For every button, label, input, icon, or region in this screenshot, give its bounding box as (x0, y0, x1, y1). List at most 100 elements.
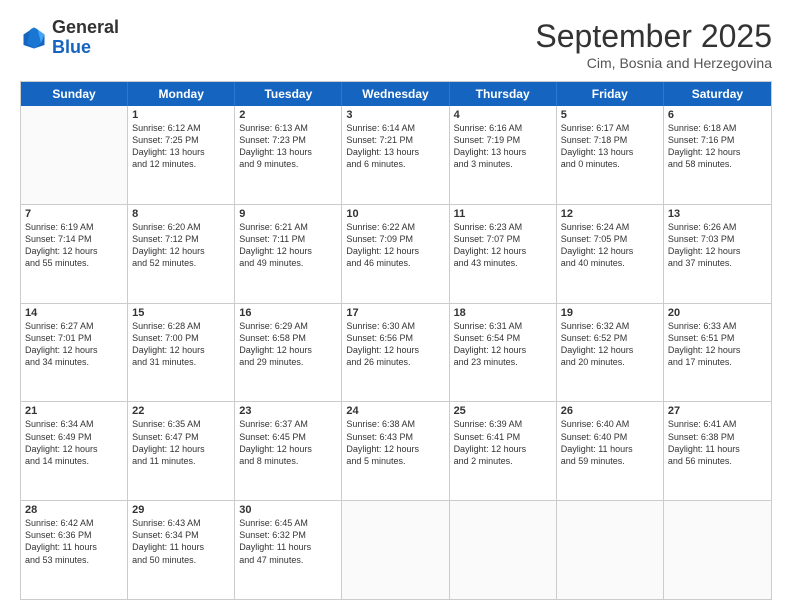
logo-icon (20, 24, 48, 52)
cell-line: Sunset: 7:05 PM (561, 233, 659, 245)
calendar-cell (21, 106, 128, 204)
day-number: 21 (25, 405, 123, 417)
cell-line: Sunset: 6:41 PM (454, 431, 552, 443)
cell-line: Sunset: 6:56 PM (346, 332, 444, 344)
cell-line: Sunrise: 6:24 AM (561, 221, 659, 233)
cell-line: and 52 minutes. (132, 257, 230, 269)
day-number: 10 (346, 208, 444, 220)
calendar-cell: 11Sunrise: 6:23 AMSunset: 7:07 PMDayligh… (450, 205, 557, 303)
cell-line: and 50 minutes. (132, 554, 230, 566)
cell-line: Sunset: 6:54 PM (454, 332, 552, 344)
cell-line: Daylight: 12 hours (25, 245, 123, 257)
cell-line: and 46 minutes. (346, 257, 444, 269)
day-number: 8 (132, 208, 230, 220)
cell-line: and 2 minutes. (454, 455, 552, 467)
cell-line: and 34 minutes. (25, 356, 123, 368)
cell-line: Sunrise: 6:40 AM (561, 418, 659, 430)
day-number: 2 (239, 109, 337, 121)
cell-line: Sunrise: 6:22 AM (346, 221, 444, 233)
cell-line: Sunrise: 6:38 AM (346, 418, 444, 430)
calendar-header: SundayMondayTuesdayWednesdayThursdayFrid… (21, 82, 771, 106)
day-number: 23 (239, 405, 337, 417)
calendar-body: 1Sunrise: 6:12 AMSunset: 7:25 PMDaylight… (21, 106, 771, 599)
title-block: September 2025 Cim, Bosnia and Herzegovi… (535, 18, 772, 71)
cell-line: and 5 minutes. (346, 455, 444, 467)
calendar-cell (450, 501, 557, 599)
cell-line: and 14 minutes. (25, 455, 123, 467)
cell-line: Daylight: 11 hours (132, 541, 230, 553)
cell-line: Sunset: 6:38 PM (668, 431, 767, 443)
calendar-cell: 26Sunrise: 6:40 AMSunset: 6:40 PMDayligh… (557, 402, 664, 500)
cell-line: Sunset: 7:19 PM (454, 134, 552, 146)
cell-line: Daylight: 12 hours (132, 245, 230, 257)
day-number: 28 (25, 504, 123, 516)
calendar-cell (664, 501, 771, 599)
cell-line: Sunset: 6:51 PM (668, 332, 767, 344)
cell-line: and 53 minutes. (25, 554, 123, 566)
calendar-cell: 14Sunrise: 6:27 AMSunset: 7:01 PMDayligh… (21, 304, 128, 402)
cell-line: Sunset: 6:58 PM (239, 332, 337, 344)
cell-line: Daylight: 12 hours (454, 443, 552, 455)
calendar-cell: 29Sunrise: 6:43 AMSunset: 6:34 PMDayligh… (128, 501, 235, 599)
cell-line: Daylight: 12 hours (132, 344, 230, 356)
cell-line: and 3 minutes. (454, 158, 552, 170)
cell-line: Daylight: 12 hours (239, 443, 337, 455)
cell-line: Sunset: 7:12 PM (132, 233, 230, 245)
cell-line: and 56 minutes. (668, 455, 767, 467)
cell-line: and 47 minutes. (239, 554, 337, 566)
cell-line: Sunset: 6:40 PM (561, 431, 659, 443)
cell-line: and 40 minutes. (561, 257, 659, 269)
cell-line: Sunrise: 6:28 AM (132, 320, 230, 332)
header-day-tuesday: Tuesday (235, 82, 342, 106)
cell-line: and 49 minutes. (239, 257, 337, 269)
cell-line: Sunset: 7:11 PM (239, 233, 337, 245)
cell-line: Sunset: 7:14 PM (25, 233, 123, 245)
cell-line: Sunset: 6:52 PM (561, 332, 659, 344)
cell-line: Sunrise: 6:45 AM (239, 517, 337, 529)
calendar-cell: 20Sunrise: 6:33 AMSunset: 6:51 PMDayligh… (664, 304, 771, 402)
day-number: 25 (454, 405, 552, 417)
cell-line: Sunset: 7:23 PM (239, 134, 337, 146)
cell-line: Sunset: 7:21 PM (346, 134, 444, 146)
calendar-cell: 30Sunrise: 6:45 AMSunset: 6:32 PMDayligh… (235, 501, 342, 599)
header: General Blue September 2025 Cim, Bosnia … (20, 18, 772, 71)
day-number: 3 (346, 109, 444, 121)
day-number: 13 (668, 208, 767, 220)
cell-line: and 55 minutes. (25, 257, 123, 269)
subtitle: Cim, Bosnia and Herzegovina (535, 55, 772, 71)
cell-line: Sunrise: 6:16 AM (454, 122, 552, 134)
calendar-row-0: 1Sunrise: 6:12 AMSunset: 7:25 PMDaylight… (21, 106, 771, 205)
day-number: 18 (454, 307, 552, 319)
cell-line: Sunrise: 6:29 AM (239, 320, 337, 332)
calendar-row-3: 21Sunrise: 6:34 AMSunset: 6:49 PMDayligh… (21, 402, 771, 501)
day-number: 29 (132, 504, 230, 516)
calendar-cell: 19Sunrise: 6:32 AMSunset: 6:52 PMDayligh… (557, 304, 664, 402)
day-number: 9 (239, 208, 337, 220)
calendar-cell: 23Sunrise: 6:37 AMSunset: 6:45 PMDayligh… (235, 402, 342, 500)
calendar-cell (342, 501, 449, 599)
header-day-wednesday: Wednesday (342, 82, 449, 106)
calendar-cell: 9Sunrise: 6:21 AMSunset: 7:11 PMDaylight… (235, 205, 342, 303)
cell-line: Sunrise: 6:43 AM (132, 517, 230, 529)
day-number: 6 (668, 109, 767, 121)
calendar-cell: 16Sunrise: 6:29 AMSunset: 6:58 PMDayligh… (235, 304, 342, 402)
cell-line: and 20 minutes. (561, 356, 659, 368)
calendar-cell: 7Sunrise: 6:19 AMSunset: 7:14 PMDaylight… (21, 205, 128, 303)
cell-line: Sunrise: 6:20 AM (132, 221, 230, 233)
day-number: 4 (454, 109, 552, 121)
cell-line: and 23 minutes. (454, 356, 552, 368)
logo: General Blue (20, 18, 119, 58)
month-title: September 2025 (535, 18, 772, 55)
calendar-cell: 28Sunrise: 6:42 AMSunset: 6:36 PMDayligh… (21, 501, 128, 599)
calendar-cell: 25Sunrise: 6:39 AMSunset: 6:41 PMDayligh… (450, 402, 557, 500)
cell-line: and 59 minutes. (561, 455, 659, 467)
cell-line: Daylight: 12 hours (239, 245, 337, 257)
day-number: 22 (132, 405, 230, 417)
cell-line: and 43 minutes. (454, 257, 552, 269)
day-number: 26 (561, 405, 659, 417)
cell-line: and 11 minutes. (132, 455, 230, 467)
cell-line: Daylight: 12 hours (132, 443, 230, 455)
day-number: 19 (561, 307, 659, 319)
calendar-cell (557, 501, 664, 599)
calendar-cell: 17Sunrise: 6:30 AMSunset: 6:56 PMDayligh… (342, 304, 449, 402)
